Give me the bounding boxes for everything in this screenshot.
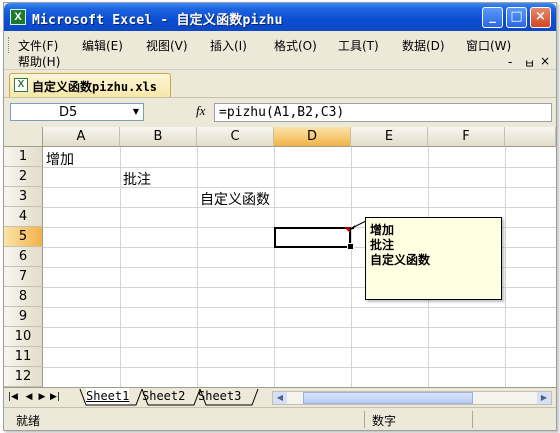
grid-line bbox=[43, 207, 556, 208]
row-header-1[interactable]: 1 bbox=[4, 147, 43, 167]
fill-handle[interactable] bbox=[347, 243, 354, 250]
formula-input[interactable]: =pizhu(A1,B2,C3) bbox=[214, 103, 552, 122]
status-ready: 就绪 bbox=[16, 414, 41, 428]
menu-grip[interactable] bbox=[8, 37, 12, 53]
prev-sheet-icon[interactable]: ◀ bbox=[24, 390, 34, 404]
minimize-button[interactable]: _ bbox=[482, 7, 503, 28]
column-header-a[interactable]: A bbox=[43, 127, 120, 147]
menu-window[interactable]: 窗口(W) bbox=[466, 37, 511, 54]
workbook-icon: X bbox=[14, 78, 28, 92]
workbook-tab[interactable]: X 自定义函数pizhu.xls bbox=[9, 73, 171, 98]
menu-format[interactable]: 格式(O) bbox=[274, 37, 317, 54]
sheet-tab-bar: |◀ ◀ ▶ ▶| Sheet1 Sheet2 Sheet3 ◀ ▶ bbox=[4, 387, 556, 408]
sheet2-tab-border bbox=[141, 388, 201, 406]
row-header-3[interactable]: 3 bbox=[4, 187, 43, 207]
cell-b2[interactable]: 批注 bbox=[123, 169, 151, 189]
row-header-2[interactable]: 2 bbox=[4, 167, 43, 187]
scroll-right-icon[interactable]: ▶ bbox=[537, 392, 551, 404]
workbook-tab-row: X 自定义函数pizhu.xls bbox=[4, 70, 556, 98]
grid-line bbox=[43, 367, 556, 368]
excel-icon[interactable]: X bbox=[10, 9, 26, 25]
row-header-11[interactable]: 11 bbox=[4, 347, 43, 367]
row-header-4[interactable]: 4 bbox=[4, 207, 43, 227]
select-all-corner[interactable] bbox=[4, 127, 43, 147]
doc-minimize-button[interactable]: - bbox=[508, 55, 512, 69]
sheet-tab-outline bbox=[79, 388, 259, 406]
window-title: Microsoft Excel - 自定义函数pizhu bbox=[32, 13, 283, 28]
menu-file[interactable]: 文件(F) bbox=[18, 37, 58, 54]
column-header-f[interactable]: F bbox=[428, 127, 505, 147]
excel-window: X Microsoft Excel - 自定义函数pizhu _ □ × 文件(… bbox=[3, 2, 557, 431]
horizontal-scrollbar[interactable]: ◀ ▶ bbox=[272, 391, 552, 405]
status-separator bbox=[472, 411, 473, 428]
grid-line bbox=[43, 167, 556, 168]
row-header-8[interactable]: 8 bbox=[4, 287, 43, 307]
column-header-c[interactable]: C bbox=[197, 127, 274, 147]
cell-a1[interactable]: 增加 bbox=[46, 149, 74, 169]
status-mode: 数字 bbox=[372, 414, 397, 428]
chevron-down-icon[interactable]: ▼ bbox=[129, 104, 143, 120]
sheet1-tab-border bbox=[79, 388, 143, 406]
active-cell-d5[interactable] bbox=[274, 227, 351, 248]
cell-c3[interactable]: 自定义函数 bbox=[200, 189, 270, 209]
menu-help-label[interactable]: 帮助(H) bbox=[18, 53, 60, 70]
worksheet-grid[interactable]: A B C D E F 1 2 3 4 5 6 7 8 9 10 11 12 增… bbox=[4, 127, 556, 387]
menu-data[interactable]: 数据(D) bbox=[402, 37, 445, 54]
status-separator bbox=[364, 411, 365, 428]
title-bar[interactable]: X Microsoft Excel - 自定义函数pizhu _ □ × bbox=[4, 3, 556, 31]
column-header-d[interactable]: D bbox=[274, 127, 351, 147]
sheet3-tab-border bbox=[199, 388, 259, 406]
row-header-10[interactable]: 10 bbox=[4, 327, 43, 347]
cell-comment-box[interactable]: 增加 批注 自定义函数 bbox=[365, 217, 502, 300]
status-bar: 就绪 数字 bbox=[4, 407, 556, 430]
maximize-button[interactable]: □ bbox=[506, 7, 527, 28]
column-header-b[interactable]: B bbox=[120, 127, 197, 147]
grid-line bbox=[43, 327, 556, 328]
row-header-7[interactable]: 7 bbox=[4, 267, 43, 287]
grid-line bbox=[43, 307, 556, 308]
column-header-e[interactable]: E bbox=[351, 127, 428, 147]
formula-bar: D5 ▼ fx =pizhu(A1,B2,C3) bbox=[4, 97, 556, 128]
row-header-12[interactable]: 12 bbox=[4, 367, 43, 387]
column-header-next[interactable] bbox=[505, 127, 556, 147]
last-sheet-icon[interactable]: ▶| bbox=[50, 390, 60, 404]
row-header-9[interactable]: 9 bbox=[4, 307, 43, 327]
scrollbar-thumb[interactable] bbox=[303, 392, 473, 404]
grid-line bbox=[43, 187, 556, 188]
menu-view[interactable]: 视图(V) bbox=[146, 37, 188, 54]
doc-close-button[interactable]: × bbox=[540, 54, 550, 68]
grid-line bbox=[43, 347, 556, 348]
name-box-value: D5 bbox=[59, 105, 78, 120]
close-button[interactable]: × bbox=[530, 7, 551, 28]
first-sheet-icon[interactable]: |◀ bbox=[8, 390, 18, 404]
next-sheet-icon[interactable]: ▶ bbox=[37, 390, 47, 404]
comment-line-3: 自定义函数 bbox=[370, 253, 431, 267]
menu-tools[interactable]: 工具(T) bbox=[338, 37, 379, 54]
formula-text: =pizhu(A1,B2,C3) bbox=[219, 105, 345, 120]
workbook-tab-label: 自定义函数pizhu.xls bbox=[32, 80, 158, 94]
menu-edit[interactable]: 编辑(E) bbox=[82, 37, 123, 54]
row-header-5[interactable]: 5 bbox=[4, 227, 43, 247]
comment-arrow-head bbox=[349, 225, 355, 230]
menu-bar: 文件(F) 编辑(E) 视图(V) 插入(I) 格式(O) 工具(T) 数据(D… bbox=[4, 31, 556, 71]
menu-insert[interactable]: 插入(I) bbox=[210, 37, 247, 54]
fx-icon[interactable]: fx bbox=[196, 103, 205, 119]
row-header-6[interactable]: 6 bbox=[4, 247, 43, 267]
name-box[interactable]: D5 ▼ bbox=[10, 103, 144, 121]
scroll-left-icon[interactable]: ◀ bbox=[273, 392, 287, 404]
